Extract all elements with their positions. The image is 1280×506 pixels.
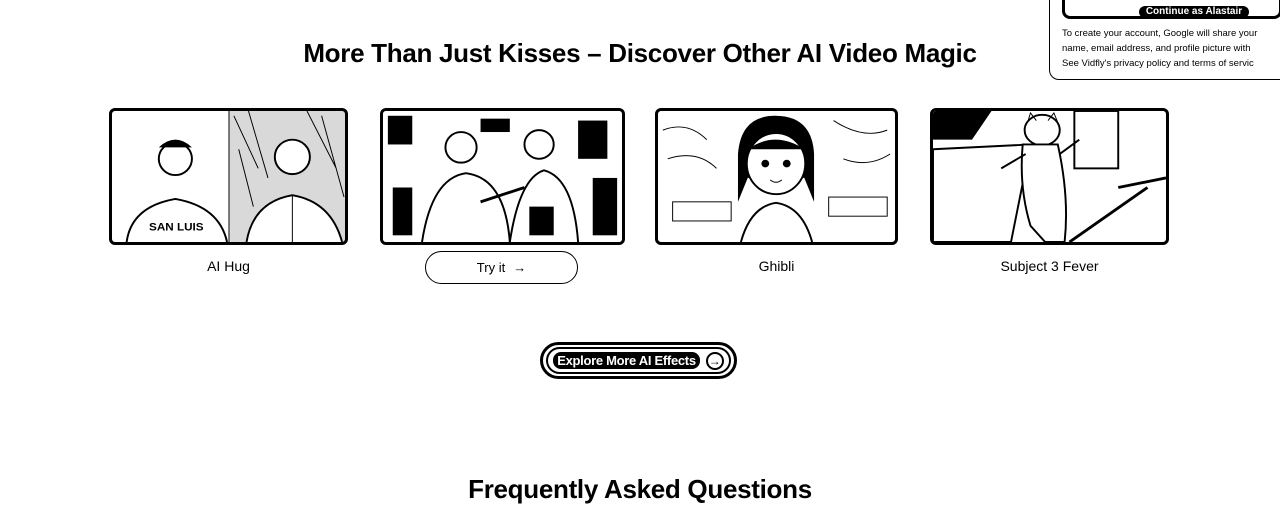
try-it-label: Try it (476, 260, 506, 275)
effect-card-label: Ghibli (758, 258, 795, 274)
arrow-right-icon: → (513, 260, 527, 275)
effects-section-title: More Than Just Kisses – Discover Other A… (303, 38, 977, 68)
effect-thumbnail[interactable] (380, 108, 625, 245)
effect-thumbnail[interactable] (930, 108, 1169, 245)
google-continue-label: Continue as Alastair (1139, 6, 1249, 18)
effect-card-ai-hug[interactable]: SAN LUIS AI Hug (109, 108, 348, 274)
effect-card-label: AI Hug (207, 258, 250, 274)
effect-thumbnail-image (383, 111, 622, 242)
faq-title: Frequently Asked Questions (468, 474, 812, 504)
arrow-right-circle-icon: → (705, 351, 724, 370)
subject-3-fever-thumbnail-image (933, 111, 1166, 242)
ai-hug-thumbnail-image: SAN LUIS (125, 111, 345, 242)
effect-card-label: Subject 3 Fever (1000, 258, 1099, 274)
google-continue-button[interactable]: Continue as Alastair (1062, 0, 1280, 19)
explore-button-inner[interactable]: Explore More AI Effects → (546, 347, 731, 374)
effect-card-ghibli[interactable]: Ghibli (655, 108, 898, 274)
explore-more-effects-button[interactable]: Explore More AI Effects → (540, 342, 737, 379)
effect-thumbnail[interactable] (655, 108, 898, 245)
effect-card-subject-3-fever[interactable]: Subject 3 Fever (930, 108, 1169, 274)
svg-text:SAN LUIS: SAN LUIS (149, 222, 204, 234)
effect-thumbnail[interactable]: SAN LUIS (109, 108, 348, 245)
try-it-button[interactable]: Try it → (425, 251, 578, 284)
ghibli-thumbnail-image (662, 115, 891, 242)
effect-card-hover[interactable]: Try it → (380, 108, 625, 284)
explore-button-label: Explore More AI Effects (553, 352, 700, 369)
